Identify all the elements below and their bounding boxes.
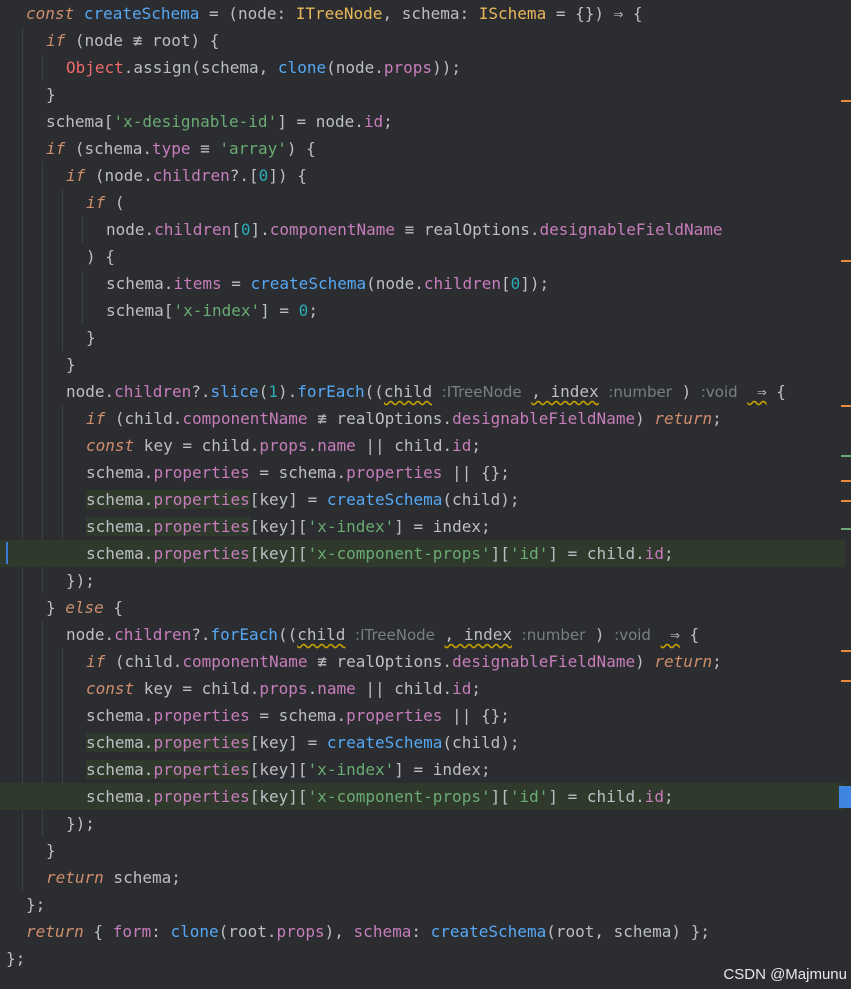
indent-guide [62, 189, 63, 351]
code-line-31[interactable]: }); [66, 810, 95, 837]
code-line-6[interactable]: if (schema.type ≡ 'array') { [46, 135, 316, 162]
code-line-16[interactable]: if (child.componentName ≢ realOptions.de… [86, 405, 722, 432]
code-line-27[interactable]: schema.properties = schema.properties ||… [86, 702, 510, 729]
code-line-29[interactable]: schema.properties[key]['x-index'] = inde… [86, 756, 491, 783]
indent-guide [82, 216, 83, 243]
code-line-3[interactable]: Object.assign(schema, clone(node.props))… [66, 54, 461, 81]
code-line-24[interactable]: node.children?.forEach((child :ITreeNode… [66, 621, 699, 648]
code-line-35[interactable]: return { form: clone(root.props), schema… [26, 918, 710, 945]
indent-guide [42, 162, 43, 594]
code-line-20[interactable]: schema.properties[key]['x-index'] = inde… [86, 513, 491, 540]
indent-guide [22, 27, 23, 891]
gutter-marker[interactable] [841, 680, 851, 682]
gutter-marker[interactable] [841, 260, 851, 262]
code-line-7[interactable]: if (node.children?.[0]) { [66, 162, 307, 189]
code-line-22[interactable]: }); [66, 567, 95, 594]
code-line-18[interactable]: schema.properties = schema.properties ||… [86, 459, 510, 486]
gutter-marker[interactable] [841, 650, 851, 652]
code-line-32[interactable]: } [46, 837, 56, 864]
code-line-5[interactable]: schema['x-designable-id'] = node.id; [46, 108, 393, 135]
code-line-8[interactable]: if ( [86, 189, 125, 216]
scrollbar-position-marker[interactable] [839, 786, 851, 808]
code-line-13[interactable]: } [86, 324, 96, 351]
gutter-marker[interactable] [841, 100, 851, 102]
inlay-hint: void [619, 626, 651, 644]
code-line-28[interactable]: schema.properties[key] = createSchema(ch… [86, 729, 519, 756]
code-line-21[interactable]: schema.properties[key]['x-component-prop… [86, 540, 674, 567]
inlay-hint: ITreeNode [360, 626, 435, 644]
gutter-marker[interactable] [841, 500, 851, 502]
code-line-23[interactable]: } else { [46, 594, 123, 621]
inlay-hint: ITreeNode [446, 383, 522, 401]
code-line-9[interactable]: node.children[0].componentName ≡ realOpt… [106, 216, 723, 243]
code-line-4[interactable]: } [46, 81, 56, 108]
inlay-hint: number [526, 626, 586, 644]
inlay-hint: number [613, 383, 672, 401]
watermark: CSDN @Majmunu [723, 966, 847, 983]
code-editor[interactable]: const createSchema = (node: ITreeNode, s… [0, 0, 851, 989]
gutter-marker[interactable] [841, 405, 851, 407]
indent-guide [82, 270, 83, 324]
code-line-12[interactable]: schema['x-index'] = 0; [106, 297, 318, 324]
code-line-17[interactable]: const key = child.props.name || child.id… [86, 432, 481, 459]
text-caret [6, 542, 8, 564]
code-line-10[interactable]: ) { [86, 243, 115, 270]
code-line-14[interactable]: } [66, 351, 76, 378]
code-line-30[interactable]: schema.properties[key]['x-component-prop… [86, 783, 674, 810]
code-line-15[interactable]: node.children?.slice(1).forEach((child :… [66, 378, 786, 405]
inlay-hint: void [705, 383, 738, 401]
gutter-marker[interactable] [841, 455, 851, 457]
code-line-34[interactable]: }; [26, 891, 45, 918]
code-line-11[interactable]: schema.items = createSchema(node.childre… [106, 270, 549, 297]
code-line-1[interactable]: const createSchema = (node: ITreeNode, s… [26, 0, 643, 27]
code-line-25[interactable]: if (child.componentName ≢ realOptions.de… [86, 648, 722, 675]
code-line-36[interactable]: }; [6, 945, 25, 972]
code-line-2[interactable]: if (node ≢ root) { [46, 27, 219, 54]
indent-guide [42, 54, 43, 81]
code-line-26[interactable]: const key = child.props.name || child.id… [86, 675, 481, 702]
gutter-marker[interactable] [841, 528, 851, 530]
code-line-19[interactable]: schema.properties[key] = createSchema(ch… [86, 486, 519, 513]
code-line-33[interactable]: return schema; [46, 864, 181, 891]
gutter-marker[interactable] [841, 480, 851, 482]
